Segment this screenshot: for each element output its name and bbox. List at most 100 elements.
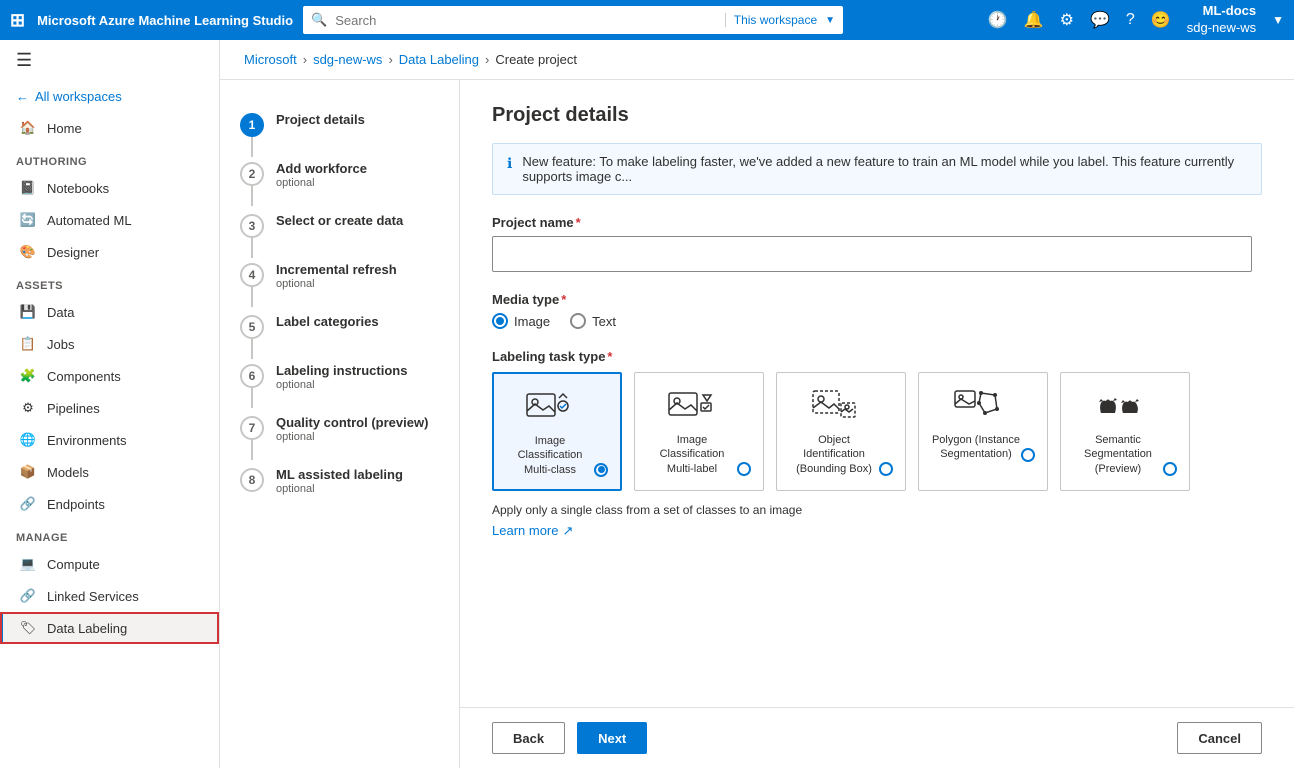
task-card-5-radio	[1163, 462, 1177, 476]
sidebar-item-pipelines[interactable]: ⚙ Pipelines	[0, 392, 219, 424]
next-button[interactable]: Next	[577, 722, 647, 754]
breadcrumb-workspace[interactable]: sdg-new-ws	[313, 52, 382, 67]
task-card-2-label: Image Classification Multi-label	[647, 433, 737, 476]
designer-icon: 🎨	[19, 244, 37, 260]
workspace-label: This workspace	[725, 13, 817, 27]
step-1-title: Project details	[276, 112, 365, 127]
task-card-semantic[interactable]: Semantic Segmentation (Preview)	[1060, 372, 1190, 491]
form-area: Project details ℹ New feature: To make l…	[460, 80, 1294, 768]
search-input[interactable]	[335, 13, 717, 28]
sidebar-item-endpoints[interactable]: 🔗 Endpoints	[0, 488, 219, 520]
task-cards-container: Image Classification Multi-class	[492, 372, 1262, 491]
task-card-1-radio	[594, 463, 608, 477]
radio-image-label: Image	[514, 314, 550, 329]
clock-icon[interactable]: 🕐	[988, 10, 1008, 30]
breadcrumb-microsoft[interactable]: Microsoft	[244, 52, 297, 67]
wizard-step-5[interactable]: 5 Label categories	[220, 302, 459, 351]
task-card-3-inner: Object Identification (Bounding Box)	[789, 385, 879, 476]
learn-more-text: Learn more	[492, 523, 558, 538]
back-to-workspaces[interactable]: ← All workspaces	[0, 81, 219, 112]
breadcrumb-data-labeling[interactable]: Data Labeling	[399, 52, 479, 67]
components-icon: 🧩	[19, 368, 37, 384]
endpoints-label: Endpoints	[47, 497, 105, 512]
wizard-step-7[interactable]: 7 Quality control (preview) optional	[220, 403, 459, 455]
models-label: Models	[47, 465, 89, 480]
cancel-button[interactable]: Cancel	[1177, 722, 1262, 754]
sidebar: ☰ ← All workspaces 🏠 Home Authoring 📓 No…	[0, 40, 220, 768]
task-card-3-row: Object Identification (Bounding Box)	[789, 385, 893, 476]
task-card-3-radio	[879, 462, 893, 476]
linked-services-label: Linked Services	[47, 589, 139, 604]
sidebar-item-data[interactable]: 💾 Data	[0, 296, 219, 328]
gear-icon[interactable]: ⚙	[1060, 10, 1074, 30]
components-label: Components	[47, 369, 121, 384]
search-icon: 🔍	[311, 12, 327, 28]
sidebar-item-home[interactable]: 🏠 Home	[0, 112, 219, 144]
task-type-group: Labeling task type*	[492, 349, 1262, 539]
sidebar-item-jobs[interactable]: 📋 Jobs	[0, 328, 219, 360]
form-title: Project details	[492, 104, 1262, 127]
sidebar-item-data-labeling[interactable]: 🏷 Data Labeling	[0, 612, 219, 644]
notebooks-icon: 📓	[19, 180, 37, 196]
wizard-step-4[interactable]: 4 Incremental refresh optional	[220, 250, 459, 302]
chat-icon[interactable]: 💬	[1090, 10, 1110, 30]
sidebar-item-models[interactable]: 📦 Models	[0, 456, 219, 488]
wizard-step-6[interactable]: 6 Labeling instructions optional	[220, 351, 459, 403]
task-card-4-row: Polygon (Instance Segmentation)	[931, 385, 1035, 462]
sidebar-item-automated-ml[interactable]: 🔄 Automated ML	[0, 204, 219, 236]
sidebar-item-notebooks[interactable]: 📓 Notebooks	[0, 172, 219, 204]
media-type-label: Media type*	[492, 292, 1262, 307]
task-card-4-radio	[1021, 448, 1035, 462]
task-card-1-inner: Image Classification Multi-class	[506, 386, 594, 477]
sidebar-item-components[interactable]: 🧩 Components	[0, 360, 219, 392]
task-card-1-row: Image Classification Multi-class	[506, 386, 608, 477]
hamburger-icon[interactable]: ☰	[0, 40, 219, 81]
breadcrumb-sep-1: ›	[303, 52, 307, 67]
wizard-step-8[interactable]: 8 ML assisted labeling optional	[220, 455, 459, 507]
ms-logo-icon: ⊞	[10, 10, 25, 31]
wizard-step-1[interactable]: 1 Project details	[220, 100, 459, 149]
task-description: Apply only a single class from a set of …	[492, 503, 1262, 517]
username-label: ML-docs	[1203, 3, 1256, 20]
step-7-num: 7	[240, 416, 264, 440]
back-button[interactable]: Back	[492, 722, 565, 754]
task-card-3-label: Object Identification (Bounding Box)	[789, 433, 879, 476]
back-label: All workspaces	[35, 89, 122, 104]
chevron-down-icon[interactable]: ▼	[825, 15, 835, 26]
project-name-input[interactable]	[492, 236, 1252, 272]
automated-ml-icon: 🔄	[19, 212, 37, 228]
step-8-subtitle: optional	[276, 483, 403, 495]
topbar-icons: 🕐 🔔 ⚙ 💬 ? 😊 ML-docs sdg-new-ws ▼	[988, 3, 1284, 37]
img-class-label-icon	[667, 385, 717, 425]
radio-image[interactable]: Image	[492, 313, 550, 329]
task-card-obj-id[interactable]: Object Identification (Bounding Box)	[776, 372, 906, 491]
radio-text-label: Text	[592, 314, 616, 329]
task-card-polygon[interactable]: Polygon (Instance Segmentation)	[918, 372, 1048, 491]
wizard-step-2[interactable]: 2 Add workforce optional	[220, 149, 459, 201]
sidebar-item-compute[interactable]: 💻 Compute	[0, 548, 219, 580]
back-arrow-icon: ←	[16, 89, 29, 104]
sidebar-item-linked-services[interactable]: 🔗 Linked Services	[0, 580, 219, 612]
info-icon: ℹ	[507, 155, 512, 172]
learn-more-link[interactable]: Learn more ↗	[492, 523, 573, 539]
sidebar-item-environments[interactable]: 🌐 Environments	[0, 424, 219, 456]
designer-label: Designer	[47, 245, 99, 260]
wizard-step-3[interactable]: 3 Select or create data	[220, 201, 459, 250]
search-box[interactable]: 🔍 This workspace ▼	[303, 6, 843, 34]
step-2-info: Add workforce optional	[276, 161, 367, 189]
user-icon[interactable]: 😊	[1151, 10, 1171, 30]
help-icon[interactable]: ?	[1126, 11, 1135, 29]
task-card-img-class-multi[interactable]: Image Classification Multi-class	[492, 372, 622, 491]
task-required-marker: *	[607, 349, 612, 364]
form-content: Project details ℹ New feature: To make l…	[460, 80, 1294, 707]
step-8-num: 8	[240, 468, 264, 492]
step-7-info: Quality control (preview) optional	[276, 415, 428, 443]
task-card-img-class-label[interactable]: Image Classification Multi-label	[634, 372, 764, 491]
radio-text[interactable]: Text	[570, 313, 616, 329]
step-2-subtitle: optional	[276, 177, 367, 189]
compute-label: Compute	[47, 557, 100, 572]
home-icon: 🏠	[19, 120, 37, 136]
user-caret-icon[interactable]: ▼	[1272, 13, 1284, 27]
bell-icon[interactable]: 🔔	[1024, 10, 1044, 30]
sidebar-item-designer[interactable]: 🎨 Designer	[0, 236, 219, 268]
